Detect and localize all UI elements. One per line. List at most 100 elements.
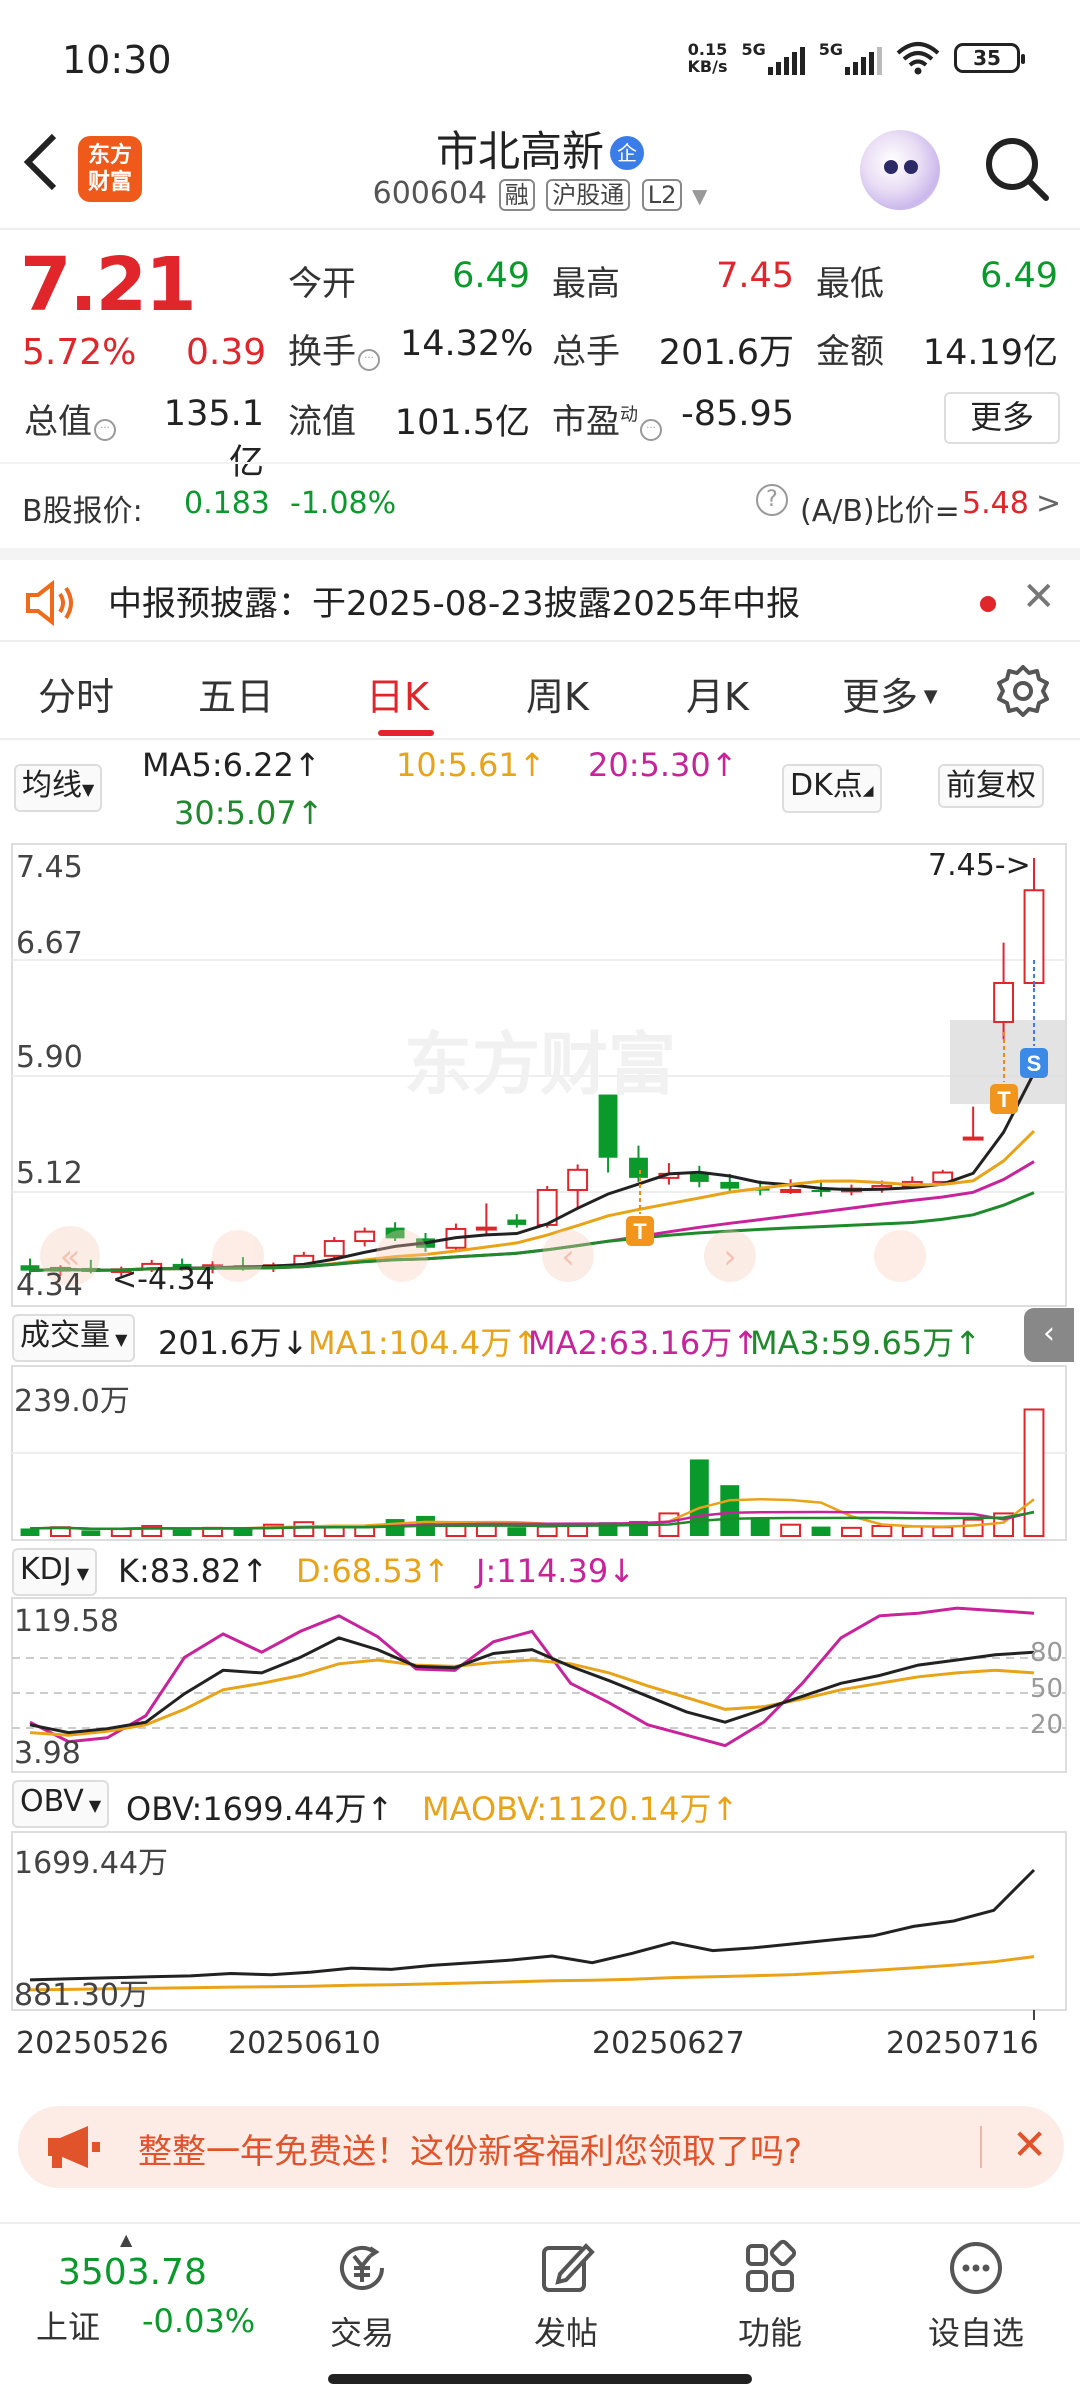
info-icon[interactable]: ··· (358, 349, 380, 371)
signal-2-label: 5G (818, 40, 843, 59)
y-label: 5.12 (16, 1156, 83, 1191)
chart-svg[interactable]: T T S « ‹ › 东方财富 (0, 836, 1080, 2092)
volume-bar (932, 1526, 954, 1537)
speaker-icon (26, 579, 73, 627)
expand-up-icon[interactable]: ▲ (120, 2230, 132, 2249)
quote-panel: 7.21 5.72% 0.39 今开 6.49 最高 7.45 最低 6.49 … (0, 232, 1080, 483)
kdj-d: D:68.53↑ (296, 1552, 450, 1590)
indicator-selector[interactable]: 均线▼ (14, 764, 103, 812)
kdj-j: J:114.39↓ (476, 1552, 635, 1590)
add-watchlist-label: 设自选 (927, 2314, 1024, 2352)
tab-five-day[interactable]: 五日 (198, 666, 274, 721)
candle-body (689, 1173, 709, 1182)
more-quote-button[interactable]: 更多 (944, 392, 1060, 444)
date-label: 20250526 (16, 2026, 169, 2061)
connect-tag: 沪股通 (546, 179, 631, 211)
bottom-bar: ▲ 3503.78 上证 -0.03% 交易 发帖 功能 设自选 (0, 2222, 1080, 2400)
volume-label: 总手 (552, 332, 620, 372)
adjust-button[interactable]: 前复权 (938, 764, 1044, 808)
kdj-k: K:83.82↑ (118, 1552, 269, 1590)
edit-post-icon (542, 2243, 595, 2292)
b-share-row[interactable]: B股报价: 0.183 -1.08% ? (A/B)比价= 5.48 > (0, 478, 1080, 534)
candle (567, 1164, 589, 1208)
obv-value: OBV:1699.44万↑ (126, 1790, 394, 1828)
tab-daily-k[interactable]: 日K (366, 666, 429, 721)
index-value[interactable]: 3503.78 (58, 2252, 207, 2293)
corner-triangle-icon: ◢ (862, 783, 874, 799)
collapse-panel-button[interactable]: ‹ (1024, 1308, 1074, 1362)
y-label: 6.67 (16, 926, 83, 961)
index-change: -0.03% (142, 2302, 256, 2340)
trade-button[interactable]: 交易 (302, 2238, 422, 2354)
tab-weekly-k[interactable]: 周K (526, 666, 589, 721)
candle (962, 1106, 984, 1141)
notice-bar[interactable]: 中报预披露：于2025-08-23披露2025年中报 ✕ (0, 548, 1080, 636)
info-icon[interactable]: ··· (640, 419, 662, 441)
functions-label: 功能 (737, 2314, 802, 2352)
indicator-selector-label: 均线 (22, 768, 82, 803)
volume-selector-label: 成交量 (20, 1318, 110, 1353)
obv-line (29, 1868, 1036, 1982)
search-button[interactable] (982, 134, 1052, 204)
ma5-value: MA5:6.22↑ (142, 746, 321, 784)
margin-tag: 融 (498, 179, 535, 211)
turnover-value: 14.32% (400, 324, 534, 364)
net-speed: 0.15 KB/s (688, 41, 728, 75)
assistant-robot-icon[interactable] (860, 130, 940, 210)
low-label: 最低 (816, 264, 884, 304)
vol-ma1: MA1:104.4万↑ (308, 1324, 540, 1362)
caret-down-icon: ▼ (83, 1796, 102, 1815)
ma10-value: 10:5.61↑ (396, 746, 546, 784)
kdj-level-20: 20 (1030, 1710, 1064, 1740)
vol-ma2: MA2:63.16万↑ (528, 1324, 760, 1362)
promo-banner[interactable]: 整整一年免费送！这份新客福利您领取了吗? ✕ (18, 2106, 1064, 2188)
signal-1-label: 5G (741, 40, 766, 59)
dk-point-button[interactable]: DK点◢ (782, 764, 882, 813)
notice-dot (980, 596, 996, 612)
signal-2-icon: 5G (819, 40, 882, 75)
help-icon[interactable]: ? (756, 484, 788, 516)
low-value: 6.49 (980, 256, 1058, 296)
status-time: 10:30 (62, 38, 172, 82)
pe-sup: 动 (620, 404, 638, 426)
volume-bar (172, 1529, 192, 1536)
kdj-selector[interactable]: KDJ ▼ (12, 1548, 98, 1596)
tab-more[interactable]: 更多 ▼ (842, 666, 938, 721)
period-tabs: 分时 五日 日K 周K 月K 更多 ▼ (0, 640, 1080, 740)
kdj-level-50: 50 (1030, 1674, 1064, 1704)
low-marker: <-4.34 (112, 1262, 215, 1297)
svg-text:S: S (1027, 1051, 1042, 1076)
settings-gear-icon[interactable] (996, 664, 1050, 718)
close-icon[interactable]: ✕ (1012, 2120, 1047, 2169)
obv-y-max: 1699.44万 (14, 1846, 169, 1881)
functions-button[interactable]: 功能 (710, 2238, 830, 2354)
candle-body (811, 1189, 831, 1192)
tab-monthly-k[interactable]: 月K (686, 666, 749, 721)
search-icon (986, 138, 1049, 201)
close-icon[interactable]: ✕ (1022, 574, 1056, 620)
candle-body (354, 1230, 376, 1243)
caret-down-icon: ▼ (71, 1564, 90, 1583)
float-value: 101.5亿 (394, 403, 530, 443)
candle-body (780, 1188, 802, 1193)
ab-ratio-label: (A/B)比价= (800, 494, 960, 529)
volume-selector[interactable]: 成交量 ▼ (12, 1314, 136, 1362)
candle (507, 1214, 527, 1228)
post-button[interactable]: 发帖 (506, 2238, 626, 2354)
tab-intraday[interactable]: 分时 (38, 666, 114, 721)
pe-label-text: 市盈 (552, 402, 620, 442)
obv-selector[interactable]: OBV ▼ (12, 1780, 110, 1828)
volume-bar (475, 1524, 497, 1538)
level2-tag: L2 (641, 179, 683, 211)
svg-text:‹: ‹ (561, 1237, 575, 1277)
svg-text:T: T (633, 1219, 647, 1244)
add-watchlist-button[interactable]: 设自选 (916, 2238, 1036, 2354)
high-label: 最高 (552, 264, 620, 304)
info-icon[interactable]: ··· (94, 419, 116, 441)
active-tab-underline (378, 730, 434, 736)
dropdown-caret-icon[interactable]: ▼ (692, 184, 707, 208)
promo-text: 整整一年免费送！这份新客福利您领取了吗? (138, 2132, 803, 2172)
dk-point-label: DK点 (790, 768, 863, 803)
volume-bar (811, 1526, 831, 1536)
chart-area[interactable]: T T S « ‹ › 东方财富 7.45 6.67 5.90 5.12 4.3… (0, 836, 1080, 2092)
